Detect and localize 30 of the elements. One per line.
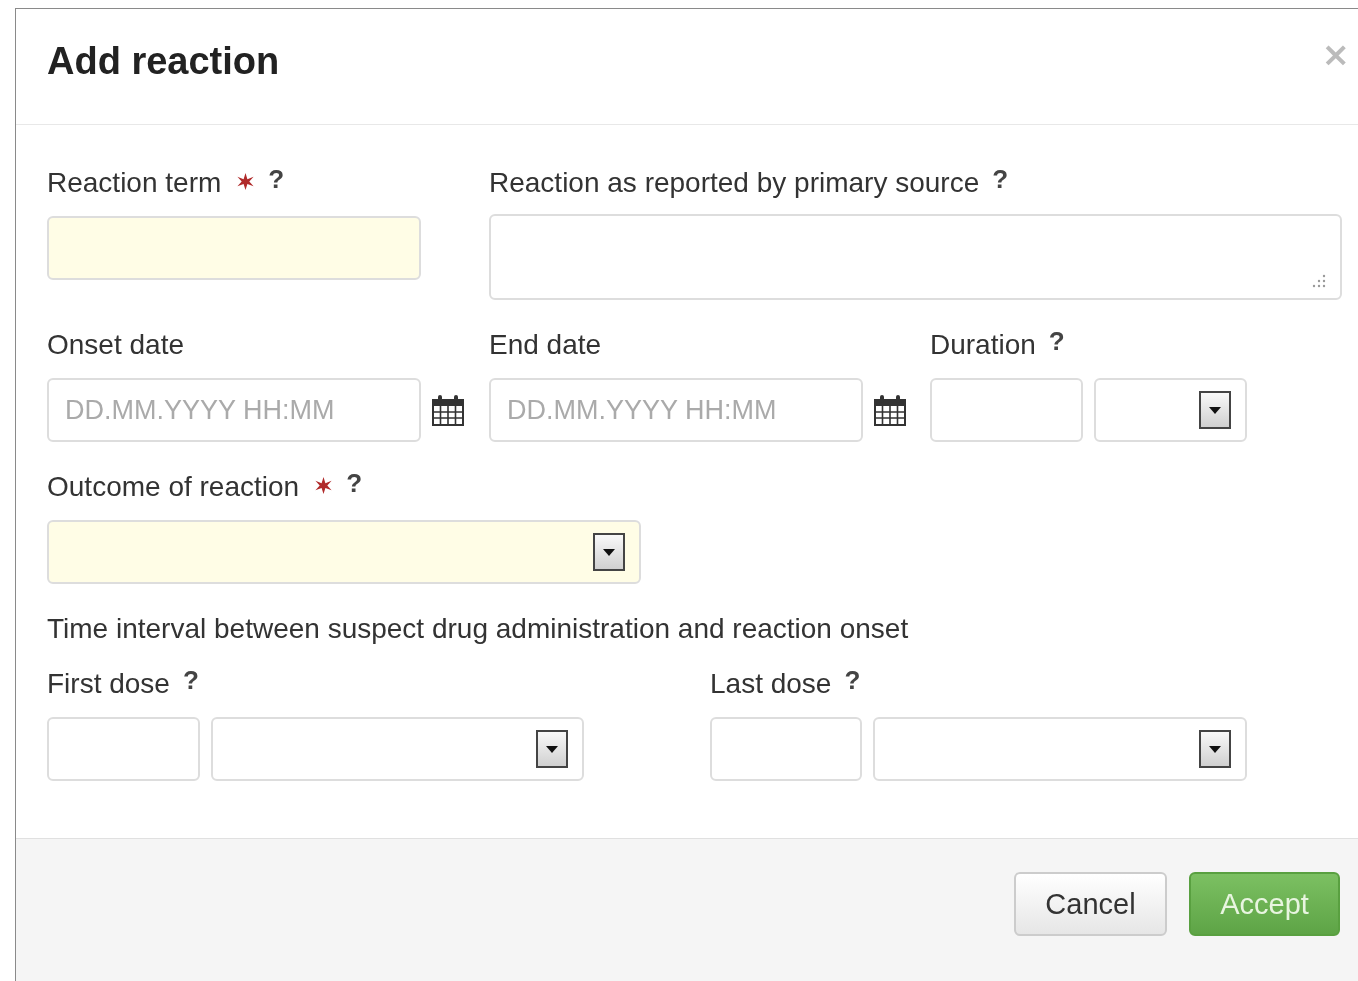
calendar-icon[interactable] [873,393,907,427]
input-field[interactable] [47,717,200,781]
select-field[interactable] [211,717,584,781]
resize-grip-icon[interactable] [1312,274,1326,288]
date-field[interactable]: DD.MM.YYYY HH:MM [489,378,863,442]
section-note: Time interval between suspect drug administration and reaction onset [47,612,910,646]
field-label: End date [489,328,602,362]
field-label: Onset date [47,328,184,362]
input-field[interactable] [930,378,1083,442]
dialog-title: Add reaction [47,39,280,83]
select-field[interactable] [873,717,1247,781]
field-label: Reaction term [47,166,222,200]
help-mark[interactable]: ? [844,664,861,696]
field-label: Reaction as reported by primary source [489,166,980,200]
cancel-button[interactable]: Cancel [1014,872,1167,936]
help-mark[interactable]: ? [992,163,1009,195]
field-label: Outcome of reaction [47,470,300,504]
field-label: Last dose [710,667,832,701]
select-field[interactable] [47,520,641,584]
help-mark[interactable]: ? [346,467,362,499]
help-mark[interactable]: ? [1048,325,1065,357]
date-field[interactable]: DD.MM.YYYY HH:MM [47,378,421,442]
field-label: First dose [47,667,170,701]
field-label: Duration [930,328,1036,362]
help-mark[interactable]: ? [268,163,285,195]
input-field[interactable] [710,717,862,781]
select-field[interactable] [1094,378,1247,442]
calendar-icon[interactable] [431,393,465,427]
help-mark[interactable]: ? [182,664,199,696]
input-field[interactable] [47,216,421,280]
